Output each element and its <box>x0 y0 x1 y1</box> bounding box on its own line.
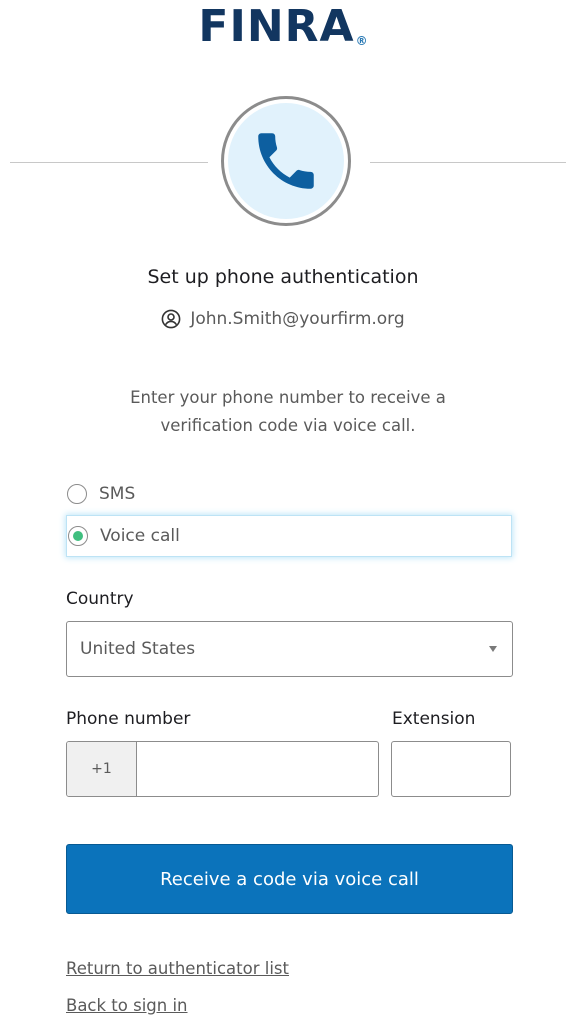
instructions-text: Enter your phone number to receive a ver… <box>130 388 446 435</box>
page-title: Set up phone authentication <box>147 266 419 288</box>
extension-input[interactable] <box>391 741 511 797</box>
chevron-down-icon <box>489 646 497 652</box>
user-icon <box>161 309 181 329</box>
radio-option-voice-call[interactable]: Voice call <box>66 515 512 557</box>
finra-logo: FINRA ® <box>0 0 566 56</box>
extension-label: Extension <box>392 709 476 729</box>
receive-code-button[interactable]: Receive a code via voice call <box>66 844 513 914</box>
radio-voice-call[interactable] <box>68 526 88 546</box>
divider-left <box>10 162 208 163</box>
phone-icon <box>258 133 314 189</box>
phone-number-label: Phone number <box>66 709 191 729</box>
phone-number-field[interactable]: +1 <box>66 741 379 797</box>
back-to-sign-in-link[interactable]: Back to sign in <box>66 996 188 1015</box>
username: John.Smith@yourfirm.org <box>190 309 405 329</box>
logo-text: FINRA <box>198 1 355 52</box>
phone-number-input[interactable] <box>137 742 378 796</box>
authenticator-badge <box>221 96 351 226</box>
country-value: United States <box>80 639 196 659</box>
divider-right <box>370 162 566 163</box>
return-to-authenticator-list-link[interactable]: Return to authenticator list <box>66 959 289 978</box>
country-code-prefix: +1 <box>67 742 137 796</box>
radio-option-sms[interactable]: SMS <box>66 473 512 515</box>
radio-selected-dot <box>73 531 83 541</box>
radio-label-sms[interactable]: SMS <box>99 484 135 504</box>
radio-label-voice-call[interactable]: Voice call <box>100 526 180 546</box>
logo-registered-mark: ® <box>355 34 368 48</box>
radio-sms[interactable] <box>67 484 87 504</box>
country-label: Country <box>66 589 134 609</box>
user-identifier: John.Smith@yourfirm.org <box>0 309 566 329</box>
country-select[interactable]: United States <box>66 621 513 677</box>
